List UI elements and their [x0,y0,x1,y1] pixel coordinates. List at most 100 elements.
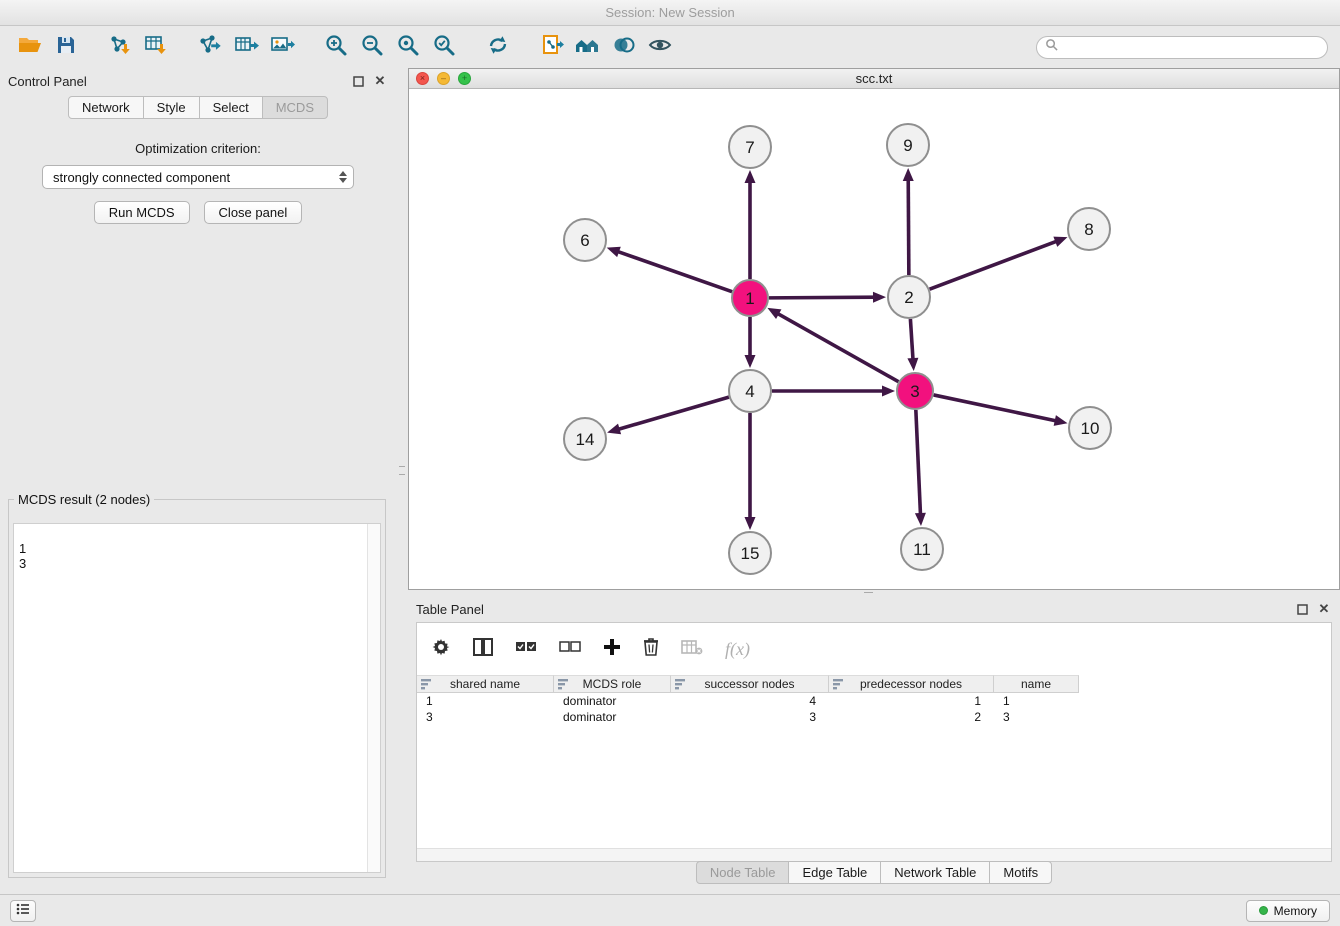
table-cell[interactable]: 1 [994,693,1079,709]
search-input[interactable] [1063,39,1319,56]
delete-row-button[interactable] [643,637,659,661]
apply-layout-button[interactable] [480,31,516,63]
table-cell[interactable]: 3 [671,709,829,725]
node-label: 2 [904,288,913,307]
maximize-window-icon[interactable]: + [458,72,471,85]
select-all-button[interactable] [515,639,537,660]
edge-3-1[interactable] [777,313,898,381]
network-canvas[interactable]: 7 9 6 8 1 2 4 3 14 10 15 11 [409,89,1339,589]
tab-style[interactable]: Style [143,96,200,119]
table-settings-button[interactable] [431,637,451,662]
table-cell[interactable]: 1 [417,693,554,709]
node-9[interactable]: 9 [887,124,929,166]
memory-button[interactable]: Memory [1246,900,1330,922]
import-network-button[interactable] [102,31,138,63]
table-cell[interactable]: 4 [671,693,829,709]
open-session-button[interactable] [12,31,48,63]
edge-arrow-icon [915,513,926,526]
column-header-predecessor-nodes[interactable]: predecessor nodes [829,675,994,693]
table-cell[interactable]: 3 [994,709,1079,725]
node-8[interactable]: 8 [1068,208,1110,250]
run-mcds-button[interactable]: Run MCDS [94,201,190,224]
column-header-mcds-role[interactable]: MCDS role [554,675,671,693]
float-table-panel-icon[interactable] [1294,601,1310,617]
table-cell[interactable]: dominator [554,709,671,725]
node-3[interactable]: 3 [897,373,933,409]
vertical-splitter[interactable] [396,68,408,894]
table-cell[interactable]: dominator [554,693,671,709]
function-builder-button[interactable]: f(x) [725,639,750,660]
node-10[interactable]: 10 [1069,407,1111,449]
optimization-select[interactable]: strongly connected component [42,165,354,189]
show-column-button[interactable] [473,638,493,661]
float-panel-icon[interactable] [350,73,366,89]
edge-1-2[interactable] [769,297,875,298]
delete-table-button[interactable] [681,639,703,660]
mcds-result-box[interactable]: 1 3 [13,523,381,873]
column-header-shared-name[interactable]: shared name [417,675,554,693]
save-session-button[interactable] [48,31,84,63]
mcds-result-title: MCDS result (2 nodes) [14,492,154,507]
export-table-icon [233,33,259,62]
zoom-out-button[interactable] [354,31,390,63]
table-row[interactable]: 1dominator411 [417,693,1331,709]
table-tab-node-table[interactable]: Node Table [696,861,790,884]
search-box[interactable] [1036,36,1328,59]
node-7[interactable]: 7 [729,126,771,168]
task-history-button[interactable] [10,900,36,922]
column-header-name[interactable]: name [994,675,1079,693]
column-label: shared name [450,677,520,691]
edge-4-14[interactable] [618,397,729,429]
zoom-in-button[interactable] [318,31,354,63]
close-table-panel-icon[interactable]: ✕ [1316,601,1332,617]
tab-network[interactable]: Network [68,96,144,119]
refresh-layout-icon [485,33,511,62]
show-graphics-button[interactable] [642,31,678,63]
deselect-all-button[interactable] [559,639,581,660]
edge-2-8[interactable] [930,241,1058,289]
table-tab-network-table[interactable]: Network Table [880,861,990,884]
tab-select[interactable]: Select [199,96,263,119]
table-tab-motifs[interactable]: Motifs [989,861,1052,884]
edge-1-6[interactable] [617,251,732,291]
close-window-icon[interactable]: × [416,72,429,85]
node-6[interactable]: 6 [564,219,606,261]
node-15[interactable]: 15 [729,532,771,574]
edge-arrow-icon [903,168,914,181]
clone-network-button[interactable] [534,31,570,63]
tab-mcds[interactable]: MCDS [262,96,328,119]
zoom-out-icon [360,33,384,62]
window-title: Session: New Session [605,5,734,20]
table-row[interactable]: 3dominator323 [417,709,1331,725]
network-graph[interactable]: 7 9 6 8 1 2 4 3 14 10 15 11 [409,89,1339,589]
node-4[interactable]: 4 [729,370,771,412]
zoom-in-icon [324,33,348,62]
export-network-button[interactable] [192,31,228,63]
export-image-button[interactable] [264,31,300,63]
zoom-selected-button[interactable] [426,31,462,63]
minimize-window-icon[interactable]: – [437,72,450,85]
edge-2-9[interactable] [908,179,909,275]
node-11[interactable]: 11 [901,528,943,570]
add-row-button[interactable] [603,638,621,661]
node-1[interactable]: 1 [732,280,768,316]
close-panel-icon[interactable]: ✕ [372,73,388,89]
home-button[interactable] [570,31,606,63]
import-table-button[interactable] [138,31,174,63]
result-scrollbar[interactable] [367,524,380,872]
column-header-successor-nodes[interactable]: successor nodes [671,675,829,693]
table-tab-edge-table[interactable]: Edge Table [788,861,881,884]
edge-arrow-icon [607,424,621,435]
node-2[interactable]: 2 [888,276,930,318]
node-14[interactable]: 14 [564,418,606,460]
style-button[interactable] [606,31,642,63]
edge-3-11[interactable] [916,410,921,515]
zoom-fit-button[interactable] [390,31,426,63]
table-cell[interactable]: 2 [829,709,994,725]
close-panel-button[interactable]: Close panel [204,201,303,224]
table-cell[interactable]: 3 [417,709,554,725]
edge-3-10[interactable] [934,395,1057,421]
export-table-button[interactable] [228,31,264,63]
table-cell[interactable]: 1 [829,693,994,709]
edge-2-3[interactable] [910,319,913,360]
